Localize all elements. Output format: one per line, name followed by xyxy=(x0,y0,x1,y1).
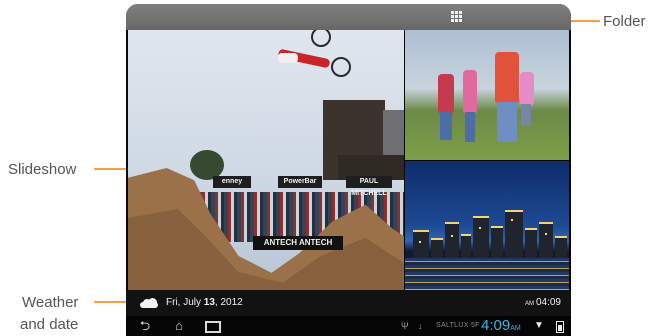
system-bar: ⮌ ⌂ Ψ ↓ SALTLUX 5F 4:09AM ▼ xyxy=(126,316,571,336)
status-time: 4:09 xyxy=(481,317,511,334)
date-weekday-month: Fri, July xyxy=(166,297,201,308)
tablet-screen: enney PowerBar PAUL MITCHELL ANTECH ANTE… xyxy=(126,4,571,336)
skyscraper xyxy=(505,210,523,258)
family-photo[interactable] xyxy=(405,30,569,160)
sponsor-banner: ANTECH ANTECH xyxy=(253,236,343,250)
person-legs xyxy=(497,102,517,142)
person-legs xyxy=(440,112,452,140)
wifi-icon: ▼ xyxy=(534,320,544,331)
skyscraper xyxy=(473,216,489,258)
bmx-rider xyxy=(278,53,298,63)
city-light xyxy=(545,233,547,235)
folder-callout-label: Folder xyxy=(603,13,646,30)
skyscraper xyxy=(539,222,553,258)
carrier-label: SALTLUX 5F xyxy=(436,322,480,329)
clock-ampm: AM xyxy=(524,301,534,307)
slideshow-photo[interactable]: enney PowerBar PAUL MITCHELL ANTECH ANTE… xyxy=(128,30,404,290)
skyscraper xyxy=(491,226,503,258)
weather-callout-label-2: and date xyxy=(20,316,79,333)
city-light xyxy=(419,241,421,243)
sponsor-banner: PAUL MITCHELL xyxy=(346,176,392,197)
skyscraper xyxy=(555,236,567,258)
bike-wheel xyxy=(331,57,351,77)
city-light xyxy=(479,227,481,229)
recent-apps-icon[interactable] xyxy=(204,319,222,333)
skyscraper xyxy=(413,230,429,258)
city-light xyxy=(511,219,513,221)
status-ampm: AM xyxy=(510,325,521,332)
back-icon[interactable]: ⮌ xyxy=(136,319,154,333)
city-light xyxy=(451,235,453,237)
person-legs xyxy=(521,104,531,126)
usb-icon: Ψ xyxy=(401,321,409,331)
weather-callout-label-1: Weather xyxy=(22,294,79,311)
mic-icon: ↓ xyxy=(418,321,423,331)
person xyxy=(495,52,519,104)
date-year: , 2012 xyxy=(214,297,243,308)
skyscraper xyxy=(461,234,471,258)
person xyxy=(463,70,477,114)
city-skyline-photo[interactable] xyxy=(405,161,569,290)
person xyxy=(520,72,534,106)
person xyxy=(438,74,454,114)
skyscraper xyxy=(431,238,443,258)
weather-date-bar[interactable]: Fri, July 13, 2012 AM 04:09 xyxy=(126,290,571,316)
clock-label: AM 04:09 xyxy=(525,297,561,308)
cloud-icon xyxy=(140,298,158,308)
status-clock[interactable]: 4:09AM xyxy=(481,317,521,334)
sponsor-banner: enney xyxy=(213,176,251,188)
home-icon[interactable]: ⌂ xyxy=(170,319,188,333)
skyscraper xyxy=(525,228,537,258)
sponsor-banner: PowerBar xyxy=(278,176,322,188)
skyscraper xyxy=(445,222,459,258)
top-bar xyxy=(126,4,571,30)
date-day: 13 xyxy=(203,297,215,308)
bike-wheel xyxy=(311,30,331,47)
battery-icon xyxy=(556,321,564,333)
person-legs xyxy=(465,112,475,142)
date-label: Fri, July 13, 2012 xyxy=(166,297,243,308)
grid-icon[interactable] xyxy=(451,11,462,22)
water-reflection xyxy=(405,258,569,290)
clock-time: 04:09 xyxy=(535,297,561,308)
slideshow-callout-label: Slideshow xyxy=(8,161,77,178)
